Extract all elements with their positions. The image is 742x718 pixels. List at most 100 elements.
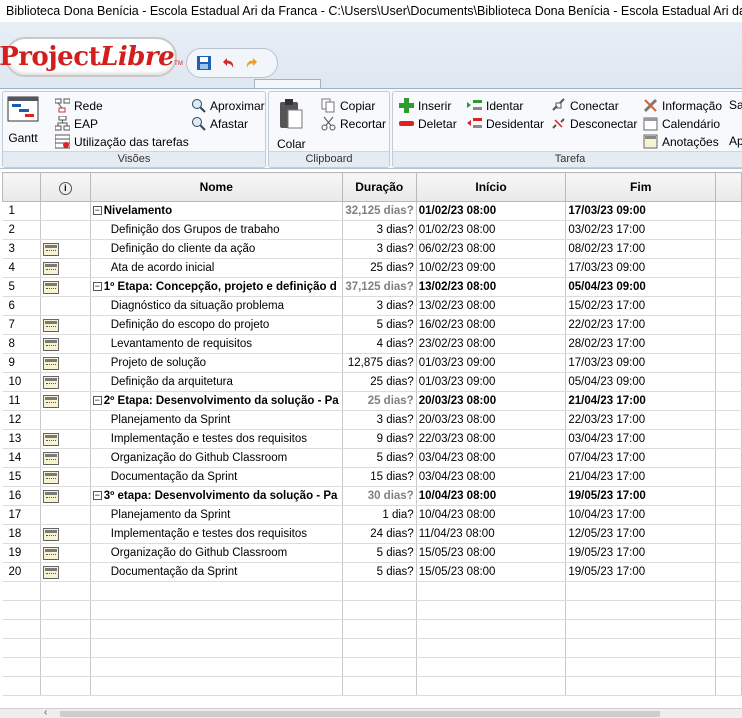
row-id-cell[interactable]: 5 <box>2 277 41 297</box>
table-row[interactable]: 11 −2º Etapa: Desenvolvimento da solução … <box>2 391 742 411</box>
indicator-cell[interactable] <box>40 258 91 278</box>
extra-cell[interactable] <box>715 429 742 449</box>
table-row[interactable]: 5 −1º Etapa: Concepção, projeto e definiç… <box>2 277 742 297</box>
start-cell[interactable]: 10/02/23 09:00 <box>416 258 567 278</box>
indicator-cell[interactable] <box>40 372 91 392</box>
end-cell[interactable] <box>565 600 717 620</box>
scroll-left-icon[interactable]: ‹ <box>44 707 47 718</box>
utilizacao-tarefas-button[interactable]: Utilização das tarefas <box>54 134 189 149</box>
anotacoes-button[interactable]: Anotações <box>643 134 719 149</box>
desidentar-button[interactable]: Desidentar <box>467 116 544 131</box>
header-duracao[interactable]: Duração <box>341 172 417 202</box>
copiar-button[interactable]: Copiar <box>321 98 375 113</box>
end-cell[interactable] <box>565 581 717 601</box>
row-id-cell[interactable]: 18 <box>2 524 41 544</box>
aproximar-button[interactable]: Aproximar <box>191 98 265 113</box>
table-row[interactable]: 3 Definição do cliente da ação 3 dias? 06/0… <box>2 239 742 259</box>
indicator-cell[interactable] <box>40 296 91 316</box>
collapse-icon[interactable]: − <box>92 491 102 501</box>
redo-icon[interactable] <box>243 54 261 72</box>
indicator-cell[interactable] <box>40 657 91 677</box>
name-cell[interactable]: Ata de acordo inicial <box>90 258 343 278</box>
row-id-cell[interactable] <box>2 638 41 658</box>
deletar-button[interactable]: Deletar <box>399 116 457 131</box>
extra-cell[interactable] <box>715 524 742 544</box>
extra-cell[interactable] <box>715 619 742 639</box>
name-cell[interactable]: Diagnóstico da situação problema <box>90 296 343 316</box>
indicator-cell[interactable] <box>40 619 91 639</box>
extra-button-2[interactable]: Ap <box>729 134 742 148</box>
indicator-cell[interactable] <box>40 467 91 487</box>
row-id-cell[interactable]: 11 <box>2 391 41 411</box>
indicator-cell[interactable] <box>40 201 91 221</box>
row-id-cell[interactable]: 10 <box>2 372 41 392</box>
start-cell[interactable]: 11/04/23 08:00 <box>416 524 567 544</box>
indicator-cell[interactable] <box>40 277 91 297</box>
end-cell[interactable]: 03/04/23 17:00 <box>565 429 717 449</box>
end-cell[interactable]: 28/02/23 17:00 <box>565 334 717 354</box>
identar-button[interactable]: Identar <box>467 98 523 113</box>
start-cell[interactable] <box>416 600 567 620</box>
duration-cell[interactable]: 15 dias? <box>342 467 417 487</box>
extra-cell[interactable] <box>715 201 742 221</box>
indicator-cell[interactable] <box>40 638 91 658</box>
indicator-cell[interactable] <box>40 220 91 240</box>
start-cell[interactable] <box>416 676 567 696</box>
start-cell[interactable] <box>416 657 567 677</box>
name-cell[interactable]: Implementação e testes dos requisitos <box>90 524 343 544</box>
row-id-cell[interactable]: 16 <box>2 486 41 506</box>
extra-cell[interactable] <box>715 448 742 468</box>
start-cell[interactable]: 03/04/23 08:00 <box>416 448 567 468</box>
row-id-cell[interactable]: 13 <box>2 429 41 449</box>
end-cell[interactable]: 19/05/23 17:00 <box>565 486 717 506</box>
start-cell[interactable]: 22/03/23 08:00 <box>416 429 567 449</box>
name-cell[interactable]: Implementação e testes dos requisitos <box>90 429 343 449</box>
extra-cell[interactable] <box>715 600 742 620</box>
row-id-cell[interactable] <box>2 657 41 677</box>
end-cell[interactable]: 03/02/23 17:00 <box>565 220 717 240</box>
row-id-cell[interactable] <box>2 676 41 696</box>
table-row[interactable]: 19 Organização do Github Classroom 5 dias?… <box>2 543 742 563</box>
row-id-cell[interactable]: 14 <box>2 448 41 468</box>
end-cell[interactable]: 07/04/23 17:00 <box>565 448 717 468</box>
table-row[interactable]: 2 Definição dos Grupos de trabaho 3 dias? 0… <box>2 220 742 240</box>
indicator-cell[interactable] <box>40 486 91 506</box>
row-id-cell[interactable]: 8 <box>2 334 41 354</box>
duration-cell[interactable]: 3 dias? <box>342 296 417 316</box>
start-cell[interactable]: 13/02/23 08:00 <box>416 296 567 316</box>
end-cell[interactable]: 22/02/23 17:00 <box>565 315 717 335</box>
duration-cell[interactable]: 37,125 dias? <box>342 277 417 297</box>
indicator-cell[interactable] <box>40 524 91 544</box>
table-row[interactable]: 16 −3º etapa: Desenvolvimento da solução … <box>2 486 742 506</box>
name-cell[interactable] <box>90 581 343 601</box>
start-cell[interactable] <box>416 638 567 658</box>
row-id-cell[interactable] <box>2 581 41 601</box>
extra-cell[interactable] <box>715 486 742 506</box>
table-row[interactable]: 10 Definição da arquitetura 25 dias? 01/03/… <box>2 372 742 392</box>
end-cell[interactable]: 15/02/23 17:00 <box>565 296 717 316</box>
extra-cell[interactable] <box>715 657 742 677</box>
table-row[interactable]: 13 Implementação e testes dos requisitos 9… <box>2 429 742 449</box>
extra-cell[interactable] <box>715 467 742 487</box>
duration-cell[interactable] <box>342 638 417 658</box>
indicator-cell[interactable] <box>40 600 91 620</box>
end-cell[interactable] <box>565 676 717 696</box>
extra-cell[interactable] <box>715 581 742 601</box>
row-id-cell[interactable]: 2 <box>2 220 41 240</box>
calendario-button[interactable]: Calendário <box>643 116 720 131</box>
row-id-cell[interactable]: 15 <box>2 467 41 487</box>
end-cell[interactable]: 08/02/23 17:00 <box>565 239 717 259</box>
extra-cell[interactable] <box>715 410 742 430</box>
name-cell[interactable]: Definição do escopo do projeto <box>90 315 343 335</box>
end-cell[interactable]: 17/03/23 09:00 <box>565 353 717 373</box>
table-row[interactable]: 14 Organização do Github Classroom 5 dias?… <box>2 448 742 468</box>
collapse-icon[interactable]: − <box>92 396 102 406</box>
row-id-cell[interactable]: 12 <box>2 410 41 430</box>
table-row[interactable] <box>2 638 742 658</box>
start-cell[interactable]: 13/02/23 08:00 <box>416 277 567 297</box>
extra-cell[interactable] <box>715 562 742 582</box>
extra-cell[interactable] <box>715 391 742 411</box>
extra-cell[interactable] <box>715 334 742 354</box>
header-nome[interactable]: Nome <box>89 172 343 202</box>
name-cell[interactable]: Definição do cliente da ação <box>90 239 343 259</box>
